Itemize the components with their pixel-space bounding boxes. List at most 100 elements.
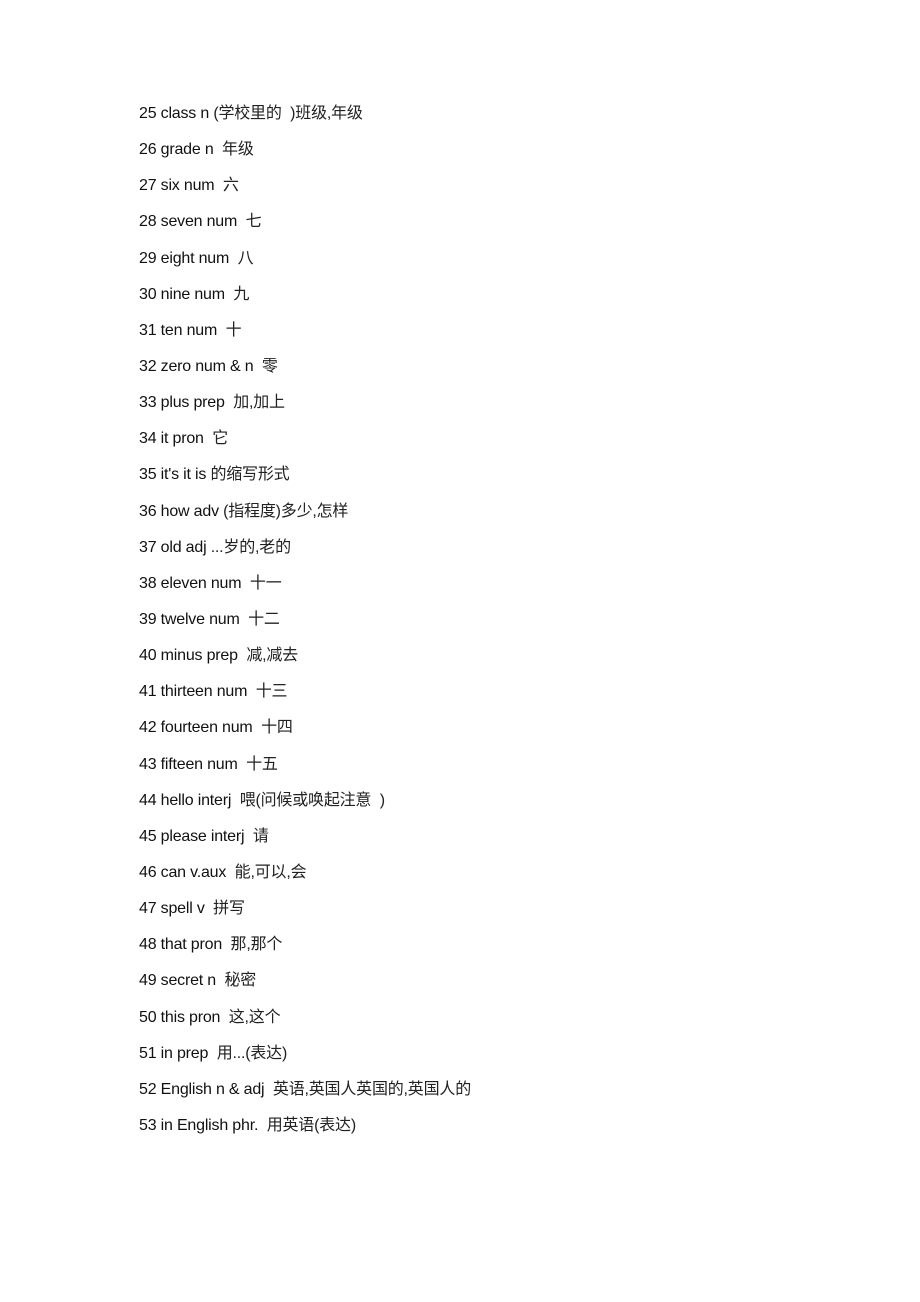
entry-number: 40 xyxy=(139,647,157,665)
vocabulary-entry: 52 English n & adj 英语,英国人英国的,英国人的 xyxy=(139,1078,471,1114)
entry-meaning: 的缩写形式 xyxy=(210,466,290,484)
vocabulary-entry: 47 spell v 拼写 xyxy=(139,897,471,933)
vocabulary-entry: 46 can v.aux 能,可以,会 xyxy=(139,861,471,897)
entry-word: please xyxy=(160,827,207,845)
entry-part-of-speech: pron xyxy=(172,430,204,448)
entry-part-of-speech: prep xyxy=(206,647,238,665)
entry-meaning: 十二 xyxy=(248,610,280,628)
vocabulary-entry: 41 thirteen num 十三 xyxy=(139,680,471,716)
entry-part-of-speech: phr. xyxy=(232,1116,259,1134)
entry-separator xyxy=(214,177,223,194)
entry-part-of-speech: adj xyxy=(185,538,207,556)
entry-meaning: (学校里的 )班级,年级 xyxy=(213,105,363,122)
vocabulary-entry: 50 this pron 这,这个 xyxy=(139,1006,471,1042)
vocabulary-entry: 40 minus prep 减,减去 xyxy=(139,644,471,680)
entry-part-of-speech: n & adj xyxy=(215,1080,265,1098)
entry-word: eight xyxy=(160,249,195,267)
entry-separator xyxy=(258,1117,267,1134)
entry-word: grade xyxy=(160,141,201,159)
entry-separator xyxy=(238,756,247,773)
entry-word: eleven xyxy=(160,574,207,592)
entry-word: fourteen xyxy=(160,719,218,737)
entry-word: old xyxy=(160,538,182,556)
entry-meaning: 九 xyxy=(233,285,250,303)
entry-word: twelve xyxy=(160,610,205,628)
vocabulary-list: 25 class n (学校里的 )班级,年级 26 grade n 年级 27 s… xyxy=(139,102,471,1150)
entry-number: 53 xyxy=(139,1116,157,1134)
entry-part-of-speech: num xyxy=(206,213,238,231)
entry-meaning: 减,减去 xyxy=(246,647,298,665)
vocabulary-entry: 33 plus prep 加,加上 xyxy=(139,391,471,427)
entry-part-of-speech: interj xyxy=(197,791,232,809)
entry-word: secret xyxy=(160,972,204,990)
entry-separator xyxy=(237,213,246,230)
entry-word: hello xyxy=(160,791,194,809)
entry-separator xyxy=(229,250,238,267)
entry-word: plus xyxy=(160,394,190,412)
vocabulary-entry: 39 twelve num 十二 xyxy=(139,608,471,644)
vocabulary-entry: 44 hello interj 喂(问候或唤起注意 ) xyxy=(139,789,471,825)
entry-separator xyxy=(225,394,234,411)
document-page: 25 class n (学校里的 )班级,年级 26 grade n 年级 27 s… xyxy=(0,0,920,1302)
entry-part-of-speech: num xyxy=(210,574,242,592)
entry-meaning: 七 xyxy=(245,213,262,231)
entry-meaning: 用英语(表达) xyxy=(266,1116,356,1134)
entry-number: 38 xyxy=(139,574,157,592)
entry-meaning: 十五 xyxy=(246,755,278,773)
entry-word: how xyxy=(160,502,190,520)
entry-separator xyxy=(220,1009,229,1026)
entry-word: thirteen xyxy=(160,683,213,701)
vocabulary-entry: 37 old adj ...岁的,老的 xyxy=(139,536,471,572)
entry-part-of-speech: num xyxy=(216,683,248,701)
entry-word: zero xyxy=(160,357,192,375)
vocabulary-entry: 43 fifteen num 十五 xyxy=(139,753,471,789)
entry-word: spell xyxy=(160,900,193,918)
vocabulary-entry: 53 in English phr. 用英语(表达) xyxy=(139,1114,471,1150)
entry-word: six xyxy=(160,177,180,195)
entry-part-of-speech: pron xyxy=(189,1008,221,1026)
entry-number: 28 xyxy=(139,213,157,231)
entry-number: 52 xyxy=(139,1080,157,1098)
entry-part-of-speech: v xyxy=(196,900,205,918)
entry-separator xyxy=(205,900,214,917)
entry-number: 44 xyxy=(139,791,157,809)
entry-meaning: 拼写 xyxy=(213,900,245,918)
entry-number: 30 xyxy=(139,285,157,303)
vocabulary-entry: 38 eleven num 十一 xyxy=(139,572,471,608)
entry-meaning: 零 xyxy=(261,357,278,375)
entry-word: class xyxy=(160,105,197,122)
entry-meaning: 十三 xyxy=(255,683,288,701)
entry-word: English xyxy=(160,1080,212,1098)
entry-part-of-speech: num xyxy=(186,321,218,339)
entry-meaning: 加,加上 xyxy=(233,394,285,412)
entry-word: in xyxy=(160,1044,173,1062)
entry-part-of-speech: num xyxy=(183,177,215,195)
entry-word: this xyxy=(160,1008,185,1026)
entry-number: 29 xyxy=(139,249,157,267)
entry-meaning: 年级 xyxy=(222,141,254,159)
entry-part-of-speech: adv xyxy=(193,502,219,520)
vocabulary-entry: 29 eight num 八 xyxy=(139,247,471,283)
entry-number: 36 xyxy=(139,502,157,520)
entry-word: that xyxy=(160,936,187,954)
entry-word: ten xyxy=(160,321,183,339)
entry-part-of-speech: it is xyxy=(183,466,207,484)
entry-meaning: 请 xyxy=(252,827,269,845)
entry-number: 35 xyxy=(139,466,157,484)
entry-word: can xyxy=(160,863,186,881)
entry-word: it's xyxy=(160,466,179,484)
vocabulary-entry: 42 fourteen num 十四 xyxy=(139,716,471,752)
entry-meaning: 用...(表达) xyxy=(216,1044,288,1062)
entry-separator xyxy=(217,322,226,339)
entry-meaning: 这,这个 xyxy=(228,1008,281,1026)
entry-part-of-speech: num xyxy=(194,285,225,303)
entry-number: 41 xyxy=(139,683,157,701)
entry-word: nine xyxy=(160,285,191,303)
entry-part-of-speech: prep xyxy=(176,1044,209,1062)
entry-number: 50 xyxy=(139,1008,157,1026)
entry-number: 42 xyxy=(139,719,157,737)
entry-number: 25 xyxy=(139,105,157,122)
vocabulary-entry: 35 it's it is 的缩写形式 xyxy=(139,463,471,499)
entry-number: 26 xyxy=(139,141,157,159)
entry-meaning: 十 xyxy=(225,321,242,339)
